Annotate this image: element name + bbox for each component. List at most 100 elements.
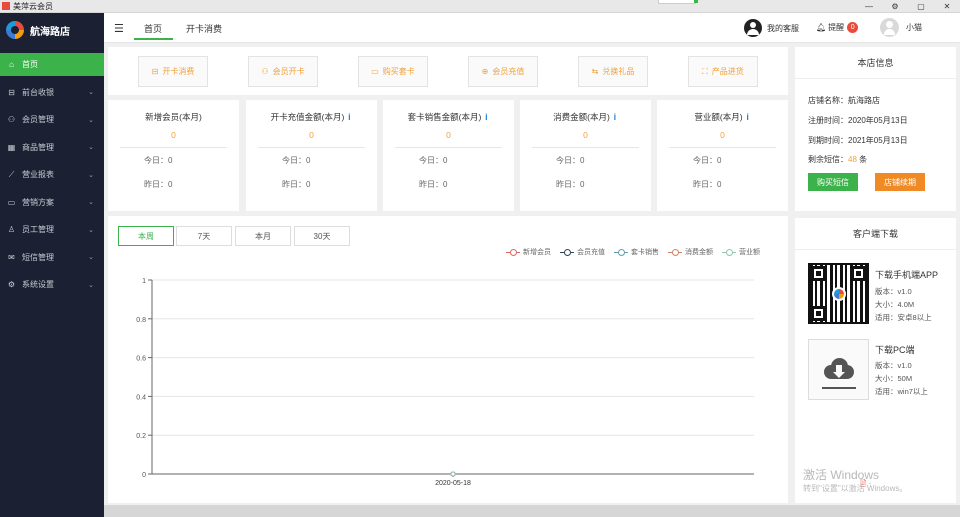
quick-actions: ⊟ 开卡消费 ⚇ 会员开卡 ▭ 购买套卡 ⊕ 会员充值 ⇆ 兑换礼品 ⛶ 产品进货 [108,47,788,95]
service-link[interactable]: 我的客服 [744,19,799,37]
line-chart: 0 0.2 0.4 0.6 0.8 1 2020-05-18 [136,278,754,487]
tab-card-consume[interactable]: 开卡消费 [186,22,222,35]
service-label: 我的客服 [767,23,799,33]
pc-version: 版本：v1.0 [875,361,912,370]
service-avatar-icon [744,19,762,37]
app-size: 大小：4.0M [875,300,915,309]
remind-button[interactable]: 🔔︎ 提醒 0 [816,22,859,33]
gear-icon: ⚙ [7,280,16,289]
cart-icon: ⊟ [8,87,15,97]
logo: 航海路店 [0,13,104,47]
quick-label: 会员开卡 [272,67,305,76]
logo-mark-icon [6,21,24,39]
minimize-icon[interactable]: — [856,0,882,13]
sidebar-item-sms[interactable]: ✉ 短信管理 ⌄ [0,246,104,269]
y-tick-label: 0.6 [136,356,146,363]
user-name: 小猫 [906,23,922,32]
quick-open-card-button[interactable]: ⚇ 会员开卡 [248,56,318,87]
sidebar-item-staff[interactable]: ♙ 员工管理 ⌄ [0,218,104,241]
info-icon[interactable]: i [745,112,751,122]
sidebar-item-label: 商品管理 [22,142,54,152]
client-download-panel: 客户端下载 下载手机端APP 版本：v1.0 大小：4.0M 适用：安卓8以上 … [795,218,956,503]
store-info-title: 本店信息 [795,47,956,79]
sidebar-item-label: 营业报表 [22,170,54,179]
stat-title-text: 新增会员(本月) [145,112,202,122]
qr-corner [811,266,826,281]
settings-icon[interactable]: ⚙ [882,0,908,13]
chevron-down-icon: ⌄ [88,199,94,206]
sms-unit: 条 [859,155,868,164]
stat-yesterday: 昨日：0 [556,180,585,189]
quick-stock-in-button[interactable]: ⛶ 产品进货 [688,56,758,87]
sidebar-menu: ⌂ 首页 ⊟ 前台收银 ⌄ ⚇ 会员管理 ⌄ ▦ 商品管理 ⌄ ⟋ 营业报表 ⌄… [0,53,104,296]
tab-home[interactable]: 首页 [144,22,162,35]
qr-logo-icon [832,287,846,301]
app-qr-code[interactable] [808,263,869,324]
close-icon[interactable]: ✕ [934,0,960,13]
user-menu[interactable]: 小猫 [880,18,922,37]
app-os: 适用：安卓8以上 [875,313,932,322]
stat-value: 0 [309,130,314,140]
sidebar-item-settings[interactable]: ⚙ 系统设置 ⌄ [0,273,104,296]
divider [120,147,227,148]
grid-icon: ▦ [7,142,16,152]
y-tick-label: 0.4 [136,394,146,401]
store-name: 航海路店 [30,26,70,38]
store-name-value: 航海路店 [848,96,880,105]
stat-title: 套卡销售金额(本月) i [383,111,514,123]
pc-download-title[interactable]: 下载PC端 [875,343,915,356]
quick-label: 产品进货 [711,67,744,76]
person-icon: ♙ [7,225,16,234]
stat-title-text: 套卡销售金额(本月) [407,112,482,122]
y-tick-label: 0 [142,472,146,479]
menu-toggle-icon[interactable]: ☰ [114,22,124,35]
avatar [880,18,899,37]
sidebar-item-marketing[interactable]: ▭ 营销方案 ⌄ [0,191,104,214]
quick-card-consume-button[interactable]: ⊟ 开卡消费 [138,56,208,87]
sidebar-item-label: 会员管理 [22,115,54,124]
divider [258,147,365,148]
trend-chart-panel: 本周 7天 本月 30天 新增会员 会员充值 套卡销售 消费金额 营业额 0 0.2 0.4… [108,216,788,503]
quick-recharge-button[interactable]: ⊕ 会员充值 [468,56,538,87]
stat-today: 今日：0 [282,156,311,165]
quick-redeem-gift-button[interactable]: ⇆ 兑换礼品 [578,56,648,87]
divider [532,147,639,148]
bell-icon: 🔔︎ [816,23,827,32]
quick-buy-package-button[interactable]: ▭ 购买套卡 [358,56,428,87]
renew-store-button[interactable]: 店铺续期 [875,173,925,191]
chevron-down-icon: ⌄ [88,116,94,124]
info-icon[interactable]: i [612,112,618,122]
data-point [450,471,456,477]
sidebar-item-products[interactable]: ▦ 商品管理 ⌄ [0,136,104,159]
quick-label: 购买套卡 [382,67,415,76]
sidebar: 航海路店 ⌂ 首页 ⊟ 前台收银 ⌄ ⚇ 会员管理 ⌄ ▦ 商品管理 ⌄ ⟋ 营… [0,13,104,517]
sidebar-item-label: 首页 [22,60,38,69]
card-icon: ▭ [371,67,379,76]
info-icon[interactable]: i [483,112,489,122]
stat-value: 0 [720,130,725,140]
sidebar-item-reports[interactable]: ⟋ 营业报表 ⌄ [0,163,104,186]
stat-today: 今日：0 [419,156,448,165]
sidebar-item-home[interactable]: ⌂ 首页 [0,53,104,76]
sidebar-item-cashier[interactable]: ⊟ 前台收银 ⌄ [0,81,104,104]
chevron-down-icon: ⌄ [88,171,94,179]
chart-line-icon: ⟋ [8,170,15,179]
y-tick-label: 0.8 [136,317,146,324]
restore-icon[interactable]: ▢ [908,0,934,13]
sidebar-item-label: 短信管理 [22,252,54,262]
tray-icons: 🗎 · [860,479,872,488]
home-icon: ⌂ [9,60,14,69]
register-time-label: 注册时间： [808,116,848,125]
sidebar-item-members[interactable]: ⚇ 会员管理 ⌄ [0,108,104,131]
remind-label: 提醒 [828,23,845,32]
pc-download-button[interactable] [808,339,869,400]
app-download-title[interactable]: 下载手机端APP [875,268,938,281]
windows-activation-hint: 转到"设置"以激活 Windows。 [803,484,908,493]
stat-today: 今日：0 [556,156,585,165]
buy-sms-button[interactable]: 购买短信 [808,173,858,191]
exchange-icon: ⇆ [591,67,599,76]
cart-icon: ⊟ [151,67,159,76]
stat-title-text: 营业额(本月) [694,112,743,122]
window-controls: — ⚙ ▢ ✕ [856,0,960,13]
info-icon[interactable]: i [346,112,352,122]
